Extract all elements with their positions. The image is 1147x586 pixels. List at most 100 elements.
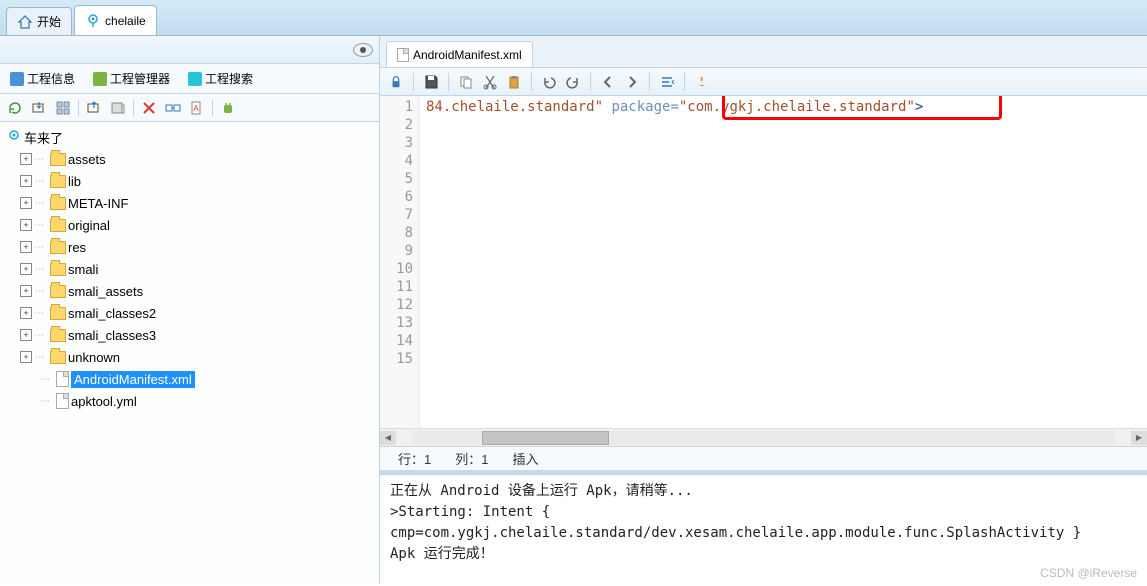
android-icon[interactable] xyxy=(219,99,237,117)
top-tabs-bar: 开始 chelaile xyxy=(0,0,1147,36)
tree-connector: ⋯ xyxy=(34,264,48,275)
tree-connector: ⋯ xyxy=(34,352,48,363)
horizontal-scrollbar[interactable]: ◀ ▶ xyxy=(380,428,1147,446)
folder-icon xyxy=(50,263,66,276)
tree-folder-label: smali xyxy=(68,262,98,277)
expander-icon[interactable]: + xyxy=(20,263,32,275)
line-gutter: 123456789101112131415 xyxy=(380,96,420,428)
code-content[interactable]: 84.chelaile.standard" package="com.ygkj.… xyxy=(420,96,1147,428)
expander-icon[interactable]: + xyxy=(20,307,32,319)
cut-icon[interactable] xyxy=(480,72,500,92)
expander-icon[interactable]: + xyxy=(20,153,32,165)
tab-start-label: 开始 xyxy=(37,13,61,30)
folder-icon xyxy=(50,307,66,320)
sub-tab-info-label: 工程信息 xyxy=(27,70,75,87)
folder-icon xyxy=(50,197,66,210)
tree-connector: ⋯ xyxy=(34,308,48,319)
tree-folder[interactable]: + ⋯ original xyxy=(2,214,377,236)
lock-icon[interactable] xyxy=(386,72,406,92)
tab-start[interactable]: 开始 xyxy=(6,7,72,35)
tree-folder[interactable]: + ⋯ smali_classes2 xyxy=(2,302,377,324)
tree-file-apktool[interactable]: ⋯ apktool.yml xyxy=(2,390,377,412)
sub-tab-info[interactable]: 工程信息 xyxy=(6,67,79,90)
file-tree[interactable]: 车来了 + ⋯ assets+ ⋯ lib+ ⋯ META-INF+ ⋯ ori… xyxy=(0,122,379,584)
tree-folder-label: smali_assets xyxy=(68,284,143,299)
tree-connector: ⋯ xyxy=(34,154,48,165)
eye-icon[interactable] xyxy=(353,43,373,57)
rename-icon[interactable] xyxy=(164,99,182,117)
new-file-icon[interactable]: A xyxy=(188,99,206,117)
tree-folder[interactable]: + ⋯ META-INF xyxy=(2,192,377,214)
export-icon[interactable] xyxy=(85,99,103,117)
editor-area: AndroidManifest.xml xyxy=(380,36,1147,474)
folder-icon xyxy=(50,351,66,364)
forward-icon[interactable] xyxy=(622,72,642,92)
console-output[interactable]: 正在从 Android 设备上运行 Apk，请稍等... >Starting: … xyxy=(380,474,1147,584)
tree-folder-label: unknown xyxy=(68,350,120,365)
copy-icon[interactable] xyxy=(456,72,476,92)
sub-tab-search[interactable]: 工程搜索 xyxy=(184,67,257,90)
save-all-icon[interactable] xyxy=(109,99,127,117)
home-icon xyxy=(17,14,33,30)
status-row: 行：1 xyxy=(398,449,431,468)
format-icon[interactable] xyxy=(657,72,677,92)
tree-folder[interactable]: + ⋯ smali_classes3 xyxy=(2,324,377,346)
expander-icon[interactable]: + xyxy=(20,219,32,231)
java-icon[interactable] xyxy=(692,72,712,92)
undo-icon[interactable] xyxy=(539,72,559,92)
code-editor[interactable]: 123456789101112131415 84.chelaile.standa… xyxy=(380,96,1147,428)
svg-text:A: A xyxy=(193,104,199,113)
tree-folder[interactable]: + ⋯ smali xyxy=(2,258,377,280)
expander-icon[interactable]: + xyxy=(20,241,32,253)
tree-folder[interactable]: + ⋯ unknown xyxy=(2,346,377,368)
left-top-bar xyxy=(0,36,379,64)
boxes-icon[interactable] xyxy=(54,99,72,117)
console-line: 正在从 Android 设备上运行 Apk，请稍等... xyxy=(390,481,1137,502)
right-panel: AndroidManifest.xml xyxy=(380,36,1147,584)
scroll-left-button[interactable]: ◀ xyxy=(380,431,396,445)
tree-folder[interactable]: + ⋯ lib xyxy=(2,170,377,192)
expander-icon[interactable]: + xyxy=(20,175,32,187)
scroll-track[interactable] xyxy=(412,431,1115,445)
folder-icon xyxy=(50,285,66,298)
sub-tab-manager[interactable]: 工程管理器 xyxy=(89,67,174,90)
import-icon[interactable] xyxy=(30,99,48,117)
scroll-right-button[interactable]: ▶ xyxy=(1131,431,1147,445)
watermark: CSDN @iReverse xyxy=(1040,566,1137,580)
tree-folder[interactable]: + ⋯ smali_assets xyxy=(2,280,377,302)
code-line-1: 84.chelaile.standard" package="com.ygkj.… xyxy=(426,98,1141,116)
paste-icon[interactable] xyxy=(504,72,524,92)
status-mode: 插入 xyxy=(513,449,539,468)
file-tab-label: AndroidManifest.xml xyxy=(413,48,522,62)
redo-icon[interactable] xyxy=(563,72,583,92)
tree-connector: ⋯ xyxy=(34,330,48,341)
left-toolbar: A xyxy=(0,94,379,122)
tree-folder-label: original xyxy=(68,218,110,233)
expander-icon[interactable]: + xyxy=(20,329,32,341)
tree-file-label: AndroidManifest.xml xyxy=(71,371,195,388)
folder-icon xyxy=(50,241,66,254)
search-icon xyxy=(188,72,202,86)
refresh-icon[interactable] xyxy=(6,99,24,117)
status-col: 列：1 xyxy=(455,449,488,468)
tree-root[interactable]: 车来了 xyxy=(2,126,377,148)
delete-icon[interactable] xyxy=(140,99,158,117)
file-tab-manifest[interactable]: AndroidManifest.xml xyxy=(386,41,533,67)
expander-icon[interactable]: + xyxy=(20,197,32,209)
scroll-thumb[interactable] xyxy=(482,431,609,445)
folder-icon xyxy=(50,175,66,188)
expander-icon[interactable]: + xyxy=(20,285,32,297)
file-icon xyxy=(56,371,69,387)
expander-icon[interactable]: + xyxy=(20,351,32,363)
tree-folder-label: res xyxy=(68,240,86,255)
back-icon[interactable] xyxy=(598,72,618,92)
folder-icon xyxy=(50,219,66,232)
tree-folder[interactable]: + ⋯ assets xyxy=(2,148,377,170)
file-icon xyxy=(397,48,409,62)
tree-file-manifest[interactable]: ⋯ AndroidManifest.xml xyxy=(2,368,377,390)
save-icon[interactable] xyxy=(421,72,441,92)
tab-project[interactable]: chelaile xyxy=(74,5,157,35)
tree-folder[interactable]: + ⋯ res xyxy=(2,236,377,258)
console-line: Apk 运行完成！ xyxy=(390,544,1137,565)
tree-folder-label: lib xyxy=(68,174,81,189)
